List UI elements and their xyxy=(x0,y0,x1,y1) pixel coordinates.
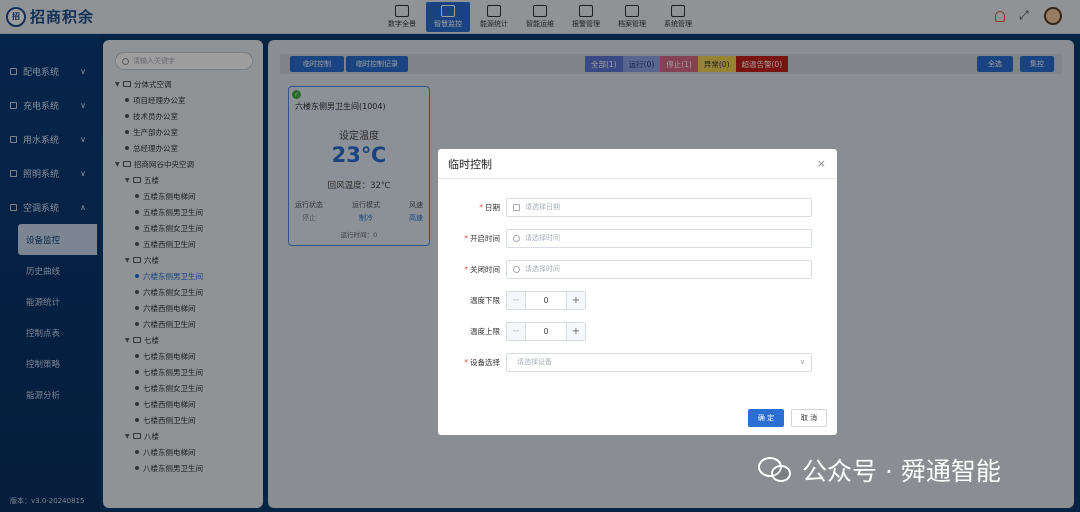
close-icon[interactable]: × xyxy=(817,157,826,170)
temp-control-dialog: 临时控制 × * 日期 请选择日期 * 开启时间 请选择时间 * 关闭时间 请选择时间… xyxy=(438,149,837,435)
temp-low-label: 温度下限 xyxy=(470,295,500,305)
temp-low-value[interactable]: 0 xyxy=(526,292,566,309)
device-select-label: 设备选择 xyxy=(470,357,500,367)
minus-icon[interactable]: − xyxy=(507,322,526,340)
temp-high-label: 温度上限 xyxy=(470,326,500,336)
device-select-row: * 设备选择 请选择设备 ∨ xyxy=(438,352,837,372)
temp-high-stepper[interactable]: − 0 + xyxy=(506,321,586,341)
plus-icon[interactable]: + xyxy=(566,291,585,309)
calendar-icon xyxy=(513,203,520,211)
wechat-icon xyxy=(758,455,794,485)
watermark-text: 公众号 · 舜通智能 xyxy=(802,457,1001,486)
confirm-button[interactable]: 确 定 xyxy=(748,409,784,427)
watermark: 公众号 · 舜通智能 xyxy=(758,452,1001,488)
date-field[interactable]: 请选择日期 xyxy=(506,197,812,217)
end-time-row: * 关闭时间 请选择时间 xyxy=(438,259,837,279)
temp-low-stepper[interactable]: − 0 + xyxy=(506,290,586,310)
chevron-down-icon: ∨ xyxy=(799,357,805,366)
temp-high-value[interactable]: 0 xyxy=(526,323,566,340)
cancel-button[interactable]: 取 消 xyxy=(791,409,827,427)
dialog-title: 临时控制 xyxy=(438,149,837,179)
start-time-row: * 开启时间 请选择时间 xyxy=(438,228,837,248)
temp-high-row: 温度上限 − 0 + xyxy=(438,321,837,341)
start-time-placeholder: 请选择时间 xyxy=(525,234,560,242)
temp-low-row: 温度下限 − 0 + xyxy=(438,290,837,310)
date-row: * 日期 请选择日期 xyxy=(438,197,837,217)
end-time-field[interactable]: 请选择时间 xyxy=(506,259,812,279)
clock-icon xyxy=(513,265,520,273)
date-label: 日期 xyxy=(485,202,500,212)
date-placeholder: 请选择日期 xyxy=(525,203,560,211)
plus-icon[interactable]: + xyxy=(566,322,585,340)
device-select[interactable]: 请选择设备 ∨ xyxy=(506,352,812,372)
start-time-label: 开启时间 xyxy=(470,233,500,243)
start-time-field[interactable]: 请选择时间 xyxy=(506,228,812,248)
end-time-placeholder: 请选择时间 xyxy=(525,265,560,273)
clock-icon xyxy=(513,234,520,242)
end-time-label: 关闭时间 xyxy=(470,264,500,274)
minus-icon[interactable]: − xyxy=(507,291,526,309)
device-select-placeholder: 请选择设备 xyxy=(517,358,552,366)
